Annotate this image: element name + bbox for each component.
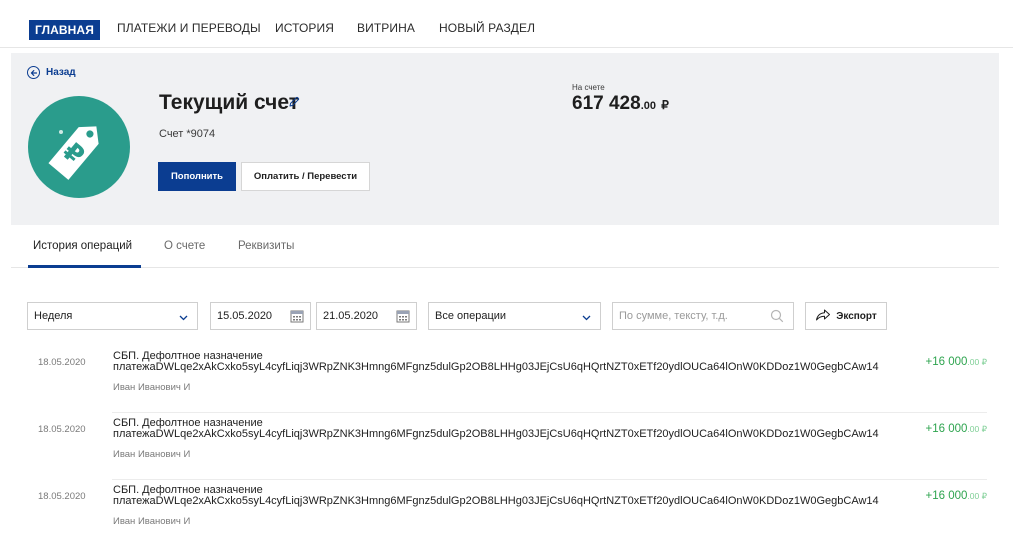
search-input[interactable]: По сумме, тексту, т.д. <box>612 302 794 330</box>
operation-description: СБП. Дефолтное назначение платежаDWLqe2x… <box>113 350 879 373</box>
amount-fraction: .00 ₽ <box>967 491 987 501</box>
currency-symbol: ₽ <box>661 98 669 112</box>
operation-row[interactable]: 18.05.2020 СБП. Дефолтное назначение пла… <box>29 414 987 480</box>
calendar-icon[interactable] <box>290 309 304 326</box>
arrow-left-icon <box>27 66 40 79</box>
balance-label: На счете <box>572 83 605 92</box>
operation-description: СБП. Дефолтное назначение платежаDWLqe2x… <box>113 417 879 440</box>
operation-date: 18.05.2020 <box>38 424 86 435</box>
operation-amount: +16 000.00 ₽ <box>926 423 987 435</box>
tab-requisites[interactable]: Реквизиты <box>238 240 294 252</box>
back-label: Назад <box>46 67 76 78</box>
date-to-field[interactable]: 21.05.2020 <box>316 302 417 330</box>
export-icon <box>815 309 831 324</box>
operation-date: 18.05.2020 <box>38 357 86 368</box>
operation-counterparty: Иван Иванович И <box>113 382 191 393</box>
search-placeholder: По сумме, тексту, т.д. <box>619 310 728 322</box>
period-value: Неделя <box>34 310 73 322</box>
account-avatar: ₽ <box>28 96 130 198</box>
top-navigation: ГЛАВНАЯ ПЛАТЕЖИ И ПЕРЕВОДЫ ИСТОРИЯ ВИТРИ… <box>0 0 1013 48</box>
nav-item-history[interactable]: ИСТОРИЯ <box>275 21 334 35</box>
deposit-button[interactable]: Пополнить <box>158 162 236 191</box>
balance-value: 617 428.00 ₽ <box>572 93 669 115</box>
chevron-down-icon <box>582 312 591 324</box>
nav-item-payments[interactable]: ПЛАТЕЖИ И ПЕРЕВОДЫ <box>117 21 261 35</box>
balance-fraction: .00 <box>640 100 656 112</box>
operation-type-select[interactable]: Все операции <box>428 302 601 330</box>
operation-counterparty: Иван Иванович И <box>113 516 191 527</box>
account-title: Текущий счет <box>159 91 300 114</box>
back-link[interactable]: Назад <box>27 66 76 79</box>
account-header: Назад ₽ Текущий счет Счет *9074 Пополнит… <box>11 53 999 225</box>
export-label: Экспорт <box>836 310 877 322</box>
account-tabs: История операций О счете Реквизиты <box>11 225 999 268</box>
row-divider <box>112 479 987 480</box>
period-select[interactable]: Неделя <box>27 302 198 330</box>
operation-date: 18.05.2020 <box>38 491 86 502</box>
amount-integer: +16 000 <box>925 490 968 502</box>
account-number: Счет *9074 <box>159 128 216 140</box>
operation-description: СБП. Дефолтное назначение платежаDWLqe2x… <box>113 484 879 507</box>
date-to-value: 21.05.2020 <box>323 310 379 322</box>
price-tag-ruble-icon: ₽ <box>48 126 99 180</box>
chevron-down-icon <box>179 312 188 324</box>
pencil-icon[interactable] <box>288 95 300 113</box>
operation-amount: +16 000.00 ₽ <box>926 356 987 368</box>
tab-operations-history[interactable]: История операций <box>33 240 132 252</box>
amount-fraction: .00 ₽ <box>967 424 987 434</box>
search-icon[interactable] <box>770 309 784 326</box>
nav-item-main[interactable]: ГЛАВНАЯ <box>29 20 100 40</box>
operation-row[interactable]: 18.05.2020 СБП. Дефолтное назначение пла… <box>29 481 987 547</box>
amount-fraction: .00 ₽ <box>967 357 987 367</box>
operation-row[interactable]: 18.05.2020 СБП. Дефолтное назначение пла… <box>29 347 987 413</box>
nav-item-new-section[interactable]: НОВЫЙ РАЗДЕЛ <box>439 21 535 35</box>
date-from-field[interactable]: 15.05.2020 <box>210 302 311 330</box>
date-from-value: 15.05.2020 <box>217 310 273 322</box>
active-tab-indicator <box>28 265 141 268</box>
export-button[interactable]: Экспорт <box>805 302 887 330</box>
calendar-icon[interactable] <box>396 309 410 326</box>
amount-integer: +16 000 <box>925 356 968 368</box>
row-divider <box>112 412 987 413</box>
tab-account-info[interactable]: О счете <box>164 240 205 252</box>
pay-transfer-button[interactable]: Оплатить / Перевести <box>241 162 370 191</box>
nav-item-showcase[interactable]: ВИТРИНА <box>357 21 415 35</box>
operation-amount: +16 000.00 ₽ <box>926 490 987 502</box>
operation-counterparty: Иван Иванович И <box>113 449 191 460</box>
balance-integer: 617 428 <box>572 93 641 114</box>
operation-type-value: Все операции <box>435 310 507 322</box>
amount-integer: +16 000 <box>925 423 968 435</box>
